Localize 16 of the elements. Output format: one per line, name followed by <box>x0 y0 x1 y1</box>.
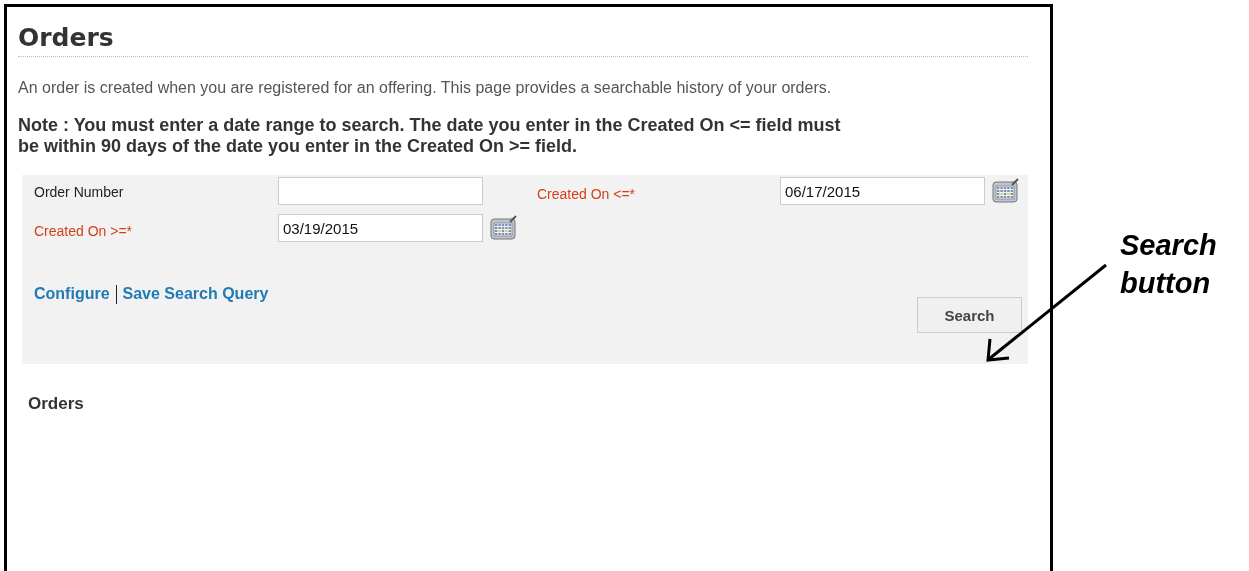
field-label: Created On >=* <box>34 222 133 239</box>
annotation-text: Search button <box>1120 228 1218 301</box>
date-field[interactable]: 03/19/2015 <box>278 214 483 242</box>
intro-text: An order is created when you are registered for an offering. This page provides a searchable history of your orders. <box>18 79 833 97</box>
link[interactable]: Configure <box>34 285 110 303</box>
date-field[interactable]: 06/17/2015 <box>780 177 985 205</box>
note-text: Note : You must enter a date range to search. The date you enter in the Created On <= field must be within 90 days of the date you enter in the Created On >= field. <box>18 115 842 157</box>
search-button[interactable]: Search <box>917 297 1022 333</box>
calendar-icon[interactable] <box>992 178 1020 204</box>
calendar-icon[interactable] <box>490 215 518 241</box>
section-heading: Orders <box>28 394 85 414</box>
link[interactable]: Save Search Query <box>122 285 269 303</box>
field-label: Created On <=* <box>537 185 636 202</box>
order-number-field[interactable] <box>278 177 483 205</box>
field-label: Order Number <box>34 183 124 200</box>
page-title: Orders <box>18 23 1028 57</box>
